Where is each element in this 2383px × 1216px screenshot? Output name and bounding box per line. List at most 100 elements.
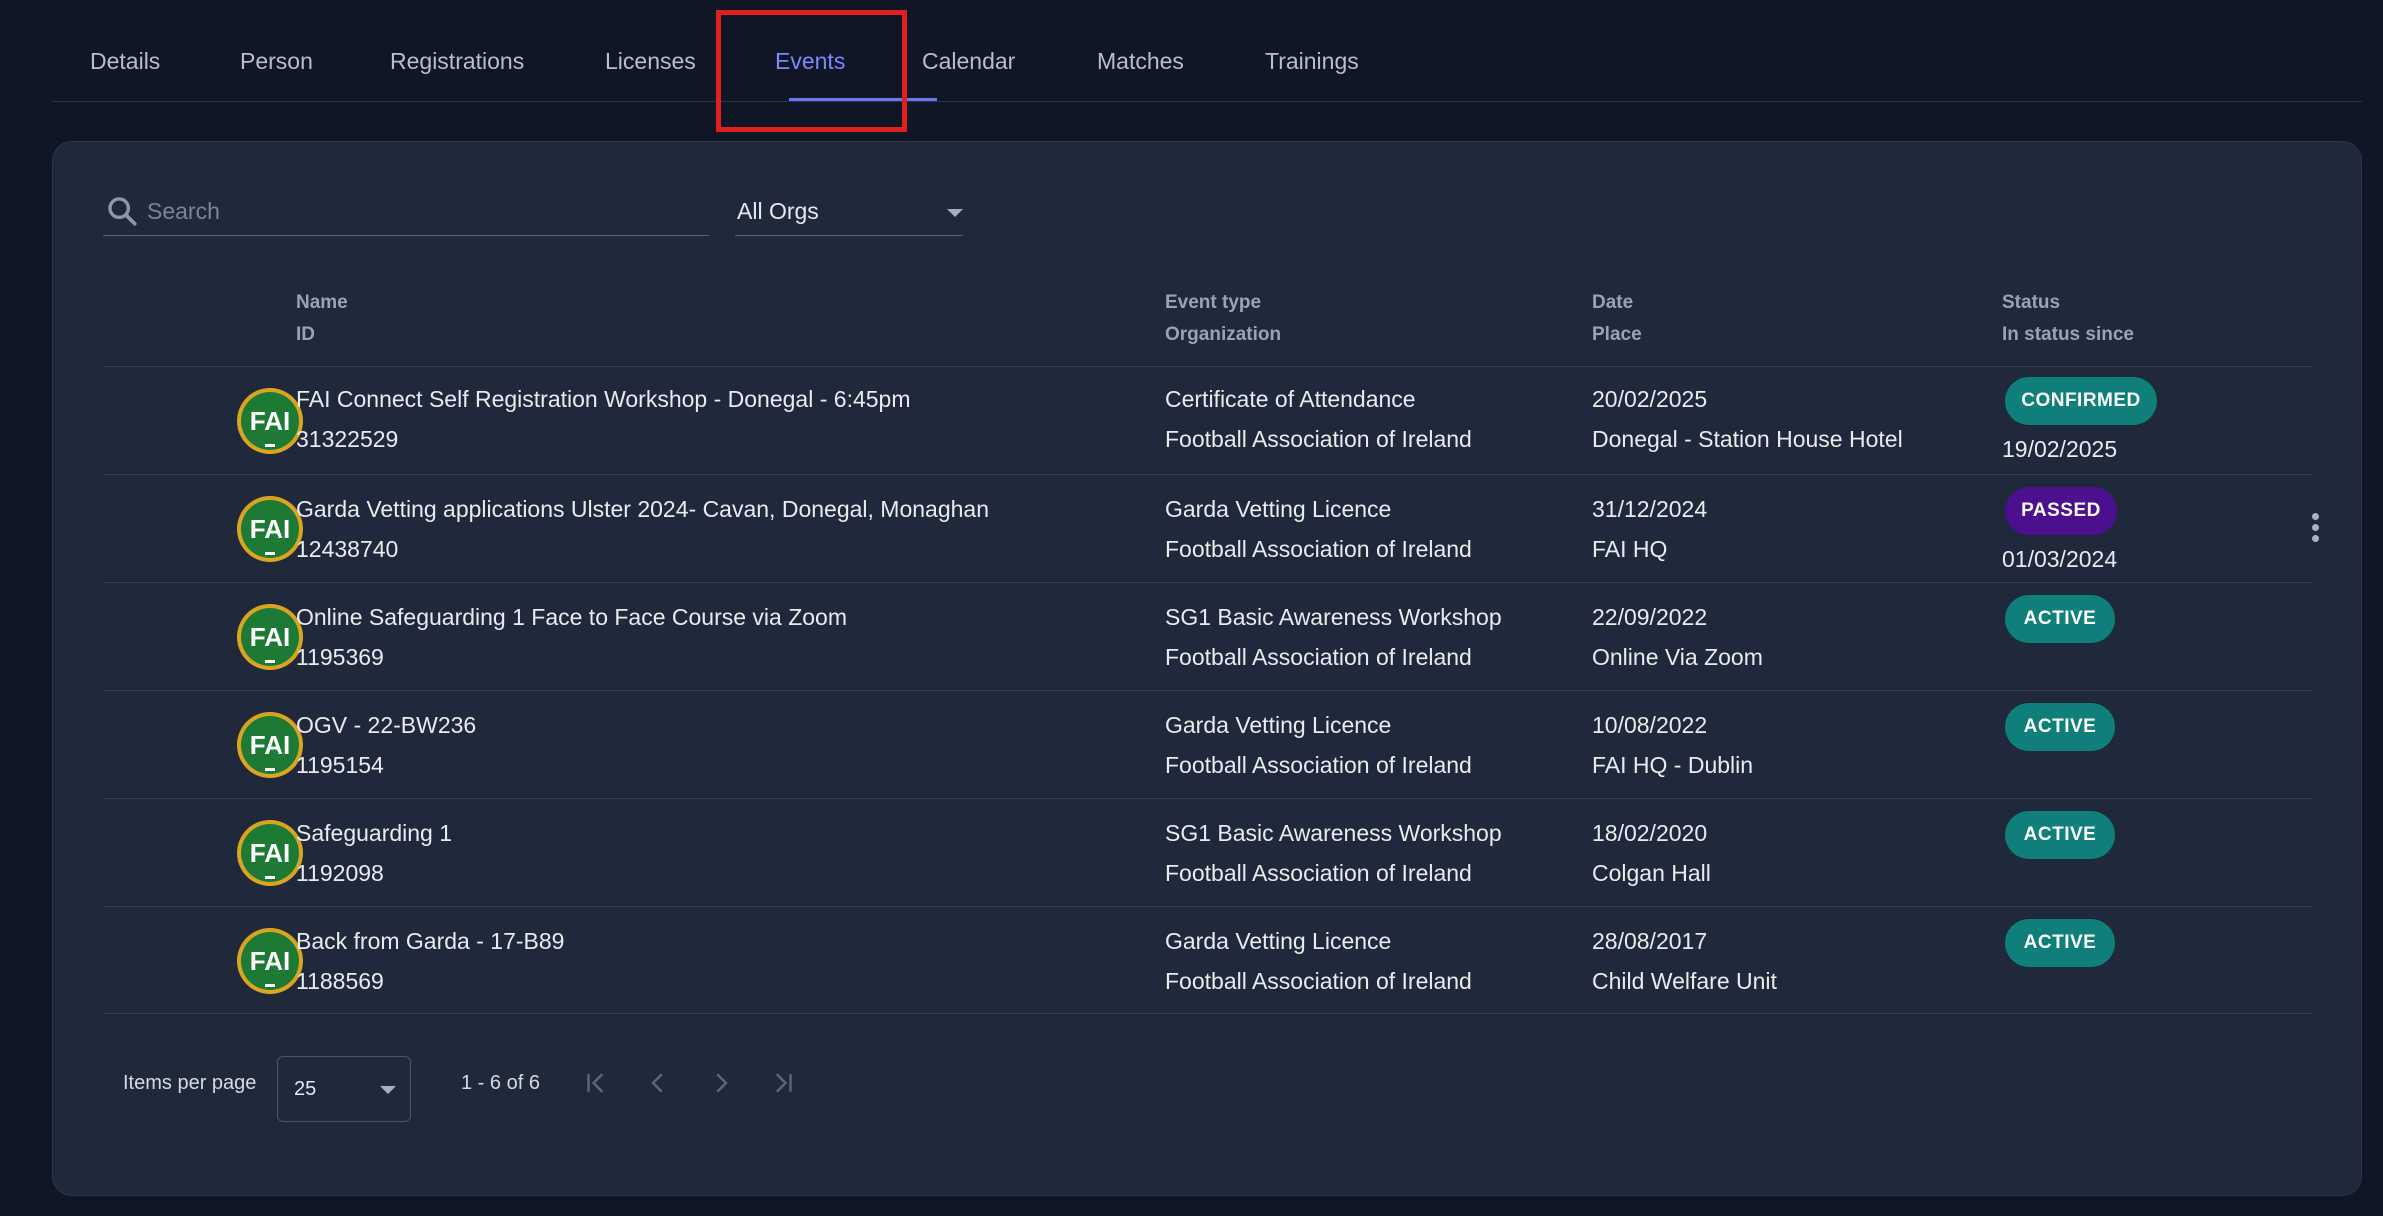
status-badge: PASSED bbox=[2005, 487, 2117, 535]
event-place: Child Welfare Unit bbox=[1592, 968, 1777, 994]
tab-bar: Details Person Registrations Licenses Ev… bbox=[52, 0, 2362, 102]
fai-logo: FAI bbox=[237, 928, 303, 994]
event-name: Online Safeguarding 1 Face to Face Cours… bbox=[296, 604, 848, 630]
header-id-label: ID bbox=[296, 324, 315, 345]
event-name: OGV - 22-BW236 bbox=[296, 712, 477, 738]
header-status[interactable]: Status In status since bbox=[2002, 287, 2134, 351]
event-organization: Football Association of Ireland bbox=[1165, 426, 1472, 452]
fai-logo: FAI bbox=[237, 820, 303, 886]
header-event-type[interactable]: Event type Organization bbox=[1165, 287, 1281, 351]
svg-text:FAI: FAI bbox=[250, 946, 290, 976]
header-organization-label: Organization bbox=[1165, 324, 1282, 345]
tab-matches[interactable]: Matches bbox=[1097, 48, 1184, 75]
header-name-label: Name bbox=[296, 292, 348, 313]
status-badge: ACTIVE bbox=[2005, 811, 2115, 859]
fai-logo: FAI bbox=[237, 388, 303, 454]
event-organization: Football Association of Ireland bbox=[1165, 968, 1472, 994]
header-date[interactable]: Date Place bbox=[1592, 287, 1642, 351]
event-date: 31/12/2024 bbox=[1592, 496, 1708, 522]
header-status-since-label: In status since bbox=[2002, 324, 2134, 345]
event-place: Colgan Hall bbox=[1592, 860, 1711, 886]
event-organization: Football Association of Ireland bbox=[1165, 860, 1472, 886]
event-date: 28/08/2017 bbox=[1592, 928, 1708, 954]
tab-licenses[interactable]: Licenses bbox=[605, 48, 696, 75]
status-badge: ACTIVE bbox=[2005, 595, 2115, 643]
event-type: Certificate of Attendance bbox=[1165, 386, 1416, 412]
event-date: 18/02/2020 bbox=[1592, 820, 1708, 846]
chevron-left-icon[interactable] bbox=[643, 1068, 673, 1098]
tab-registrations[interactable]: Registrations bbox=[390, 48, 524, 75]
highlight-annotation bbox=[716, 10, 907, 132]
svg-text:FAI: FAI bbox=[250, 406, 290, 436]
event-id: 1195154 bbox=[296, 752, 384, 778]
chevron-down-icon bbox=[947, 209, 963, 217]
tab-calendar[interactable]: Calendar bbox=[922, 48, 1015, 75]
tab-details[interactable]: Details bbox=[90, 48, 160, 75]
svg-text:FAI: FAI bbox=[250, 622, 290, 652]
org-filter-select[interactable]: All Orgs bbox=[735, 190, 963, 236]
status-badge: ACTIVE bbox=[2005, 919, 2115, 967]
event-place: Online Via Zoom bbox=[1592, 644, 1763, 670]
event-id: 12438740 bbox=[296, 536, 399, 562]
last-page-icon[interactable] bbox=[768, 1068, 798, 1098]
event-name: FAI Connect Self Registration Workshop -… bbox=[296, 386, 911, 412]
svg-text:FAI: FAI bbox=[250, 838, 290, 868]
event-id: 1188569 bbox=[296, 968, 384, 994]
search-input[interactable] bbox=[147, 192, 697, 230]
header-name[interactable]: Name ID bbox=[296, 287, 348, 351]
event-type: Garda Vetting Licence bbox=[1165, 712, 1392, 738]
event-id: 1192098 bbox=[296, 860, 384, 886]
table-row[interactable]: FAI Online Safeguarding 1 Face to Face C… bbox=[103, 582, 2313, 690]
status-badge: ACTIVE bbox=[2005, 703, 2115, 751]
event-type: Garda Vetting Licence bbox=[1165, 928, 1392, 954]
more-vertical-icon[interactable] bbox=[2307, 513, 2323, 545]
items-per-page-value: 25 bbox=[294, 1078, 317, 1100]
header-event-type-label: Event type bbox=[1165, 292, 1262, 313]
table-row[interactable]: FAI OGV - 22-BW236 1195154 Garda Vetting… bbox=[103, 690, 2313, 798]
fai-logo: FAI bbox=[237, 712, 303, 778]
org-filter-value: All Orgs bbox=[737, 198, 819, 224]
event-type: SG1 Basic Awareness Workshop bbox=[1165, 820, 1502, 846]
event-place: FAI HQ - Dublin bbox=[1592, 752, 1754, 778]
event-organization: Football Association of Ireland bbox=[1165, 644, 1472, 670]
event-type: SG1 Basic Awareness Workshop bbox=[1165, 604, 1502, 630]
event-date: 22/09/2022 bbox=[1592, 604, 1708, 630]
header-date-label: Date bbox=[1592, 292, 1634, 313]
chevron-down-icon bbox=[380, 1086, 396, 1094]
search-icon bbox=[108, 197, 137, 226]
pagination-range: 1 - 6 of 6 bbox=[461, 1072, 540, 1094]
status-since: 01/03/2024 bbox=[2002, 546, 2118, 572]
events-card: All Orgs Name ID Event type Organization… bbox=[52, 141, 2362, 1196]
status-since: 19/02/2025 bbox=[2002, 436, 2118, 462]
event-date: 20/02/2025 bbox=[1592, 386, 1708, 412]
items-per-page-select[interactable]: 25 bbox=[277, 1056, 411, 1122]
table-row[interactable]: FAI Back from Garda - 17-B89 1188569 Gar… bbox=[103, 906, 2313, 1014]
table-row[interactable]: FAI Safeguarding 1 1192098 SG1 Basic Awa… bbox=[103, 798, 2313, 906]
first-page-icon[interactable] bbox=[581, 1068, 611, 1098]
event-date: 10/08/2022 bbox=[1592, 712, 1708, 738]
tab-person[interactable]: Person bbox=[240, 48, 313, 75]
event-id: 1195369 bbox=[296, 644, 384, 670]
status-badge: CONFIRMED bbox=[2005, 377, 2157, 425]
tab-trainings[interactable]: Trainings bbox=[1265, 48, 1359, 75]
header-place-label: Place bbox=[1592, 324, 1642, 345]
event-name: Garda Vetting applications Ulster 2024- … bbox=[296, 496, 989, 522]
svg-text:FAI: FAI bbox=[250, 730, 290, 760]
event-place: FAI HQ bbox=[1592, 536, 1668, 562]
chevron-right-icon[interactable] bbox=[706, 1068, 736, 1098]
svg-text:FAI: FAI bbox=[250, 514, 290, 544]
header-status-label: Status bbox=[2002, 292, 2061, 313]
event-organization: Football Association of Ireland bbox=[1165, 752, 1472, 778]
event-name: Back from Garda - 17-B89 bbox=[296, 928, 565, 954]
fai-logo: FAI bbox=[237, 604, 303, 670]
event-id: 31322529 bbox=[296, 426, 399, 452]
event-type: Garda Vetting Licence bbox=[1165, 496, 1392, 522]
event-name: Safeguarding 1 bbox=[296, 820, 453, 846]
search-field bbox=[103, 190, 709, 236]
table-row[interactable]: FAI FAI Connect Self Registration Worksh… bbox=[103, 366, 2313, 474]
table-row[interactable]: FAI Garda Vetting applications Ulster 20… bbox=[103, 474, 2319, 582]
event-organization: Football Association of Ireland bbox=[1165, 536, 1472, 562]
items-per-page-label: Items per page bbox=[123, 1072, 257, 1094]
event-place: Donegal - Station House Hotel bbox=[1592, 426, 1903, 452]
fai-logo: FAI bbox=[237, 496, 303, 562]
